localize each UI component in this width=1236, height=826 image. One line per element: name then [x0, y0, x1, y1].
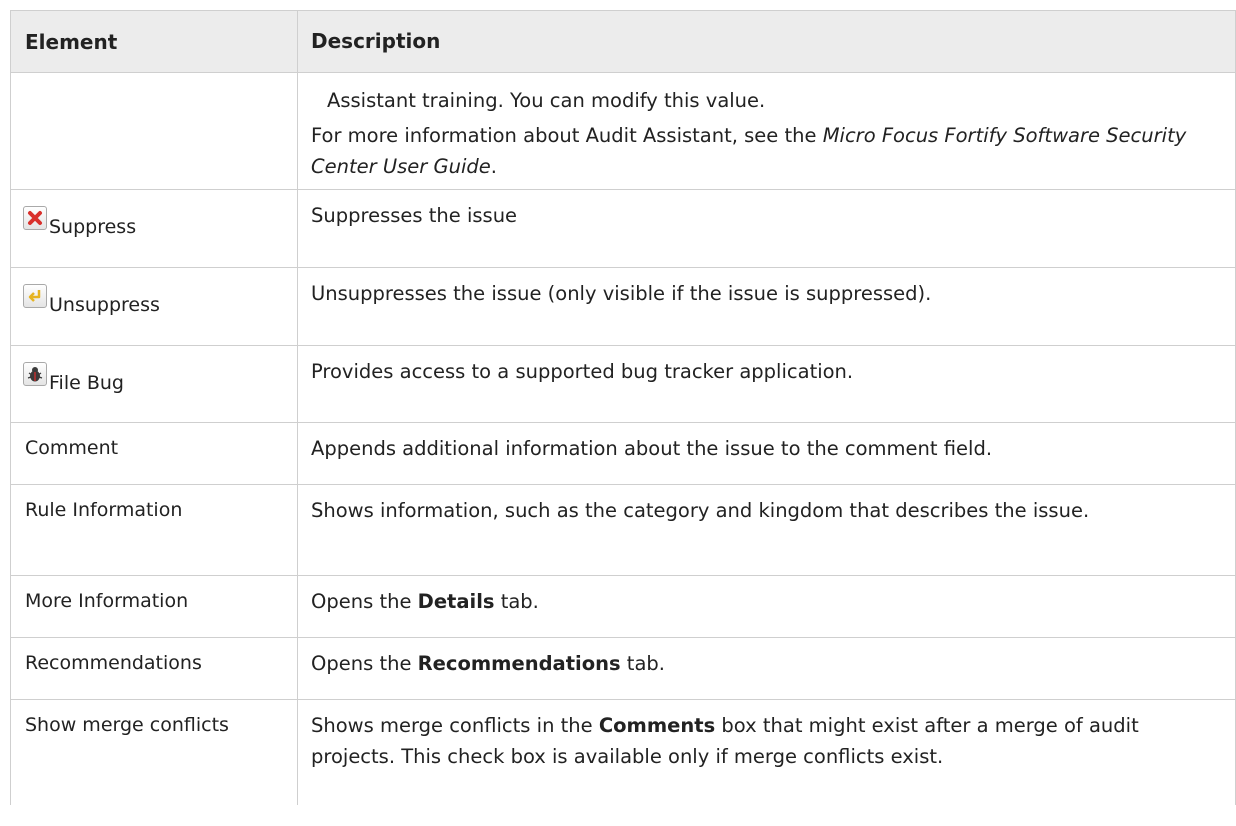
- table-row: Suppress Suppresses the issue: [10, 190, 1236, 268]
- header-element: Element: [10, 11, 298, 72]
- cell-description: Opens the Recommendations tab.: [298, 638, 1236, 699]
- cell-description: Opens the Details tab.: [298, 576, 1236, 637]
- comments-box-name: Comments: [598, 714, 716, 737]
- cell-element: Unsuppress: [10, 268, 298, 345]
- bug-icon: [23, 362, 47, 386]
- table-header-row: Element Description: [10, 10, 1236, 73]
- cell-element: More Information: [10, 576, 298, 637]
- cell-description: Appends additional information about the…: [298, 423, 1236, 484]
- table-row: Rule Information Shows information, such…: [10, 485, 1236, 576]
- table-row: File Bug Provides access to a supported …: [10, 346, 1236, 423]
- cell-description: Provides access to a supported bug track…: [298, 346, 1236, 422]
- cell-element: Suppress: [10, 190, 298, 267]
- cell-description: Shows information, such as the category …: [298, 485, 1236, 575]
- table-row: More Information Opens the Details tab.: [10, 576, 1236, 638]
- header-description: Description: [298, 11, 1236, 72]
- tab-name-recommendations: Recommendations: [417, 652, 621, 675]
- cell-element: Rule Information: [10, 485, 298, 575]
- table-row: Recommendations Opens the Recommendation…: [10, 638, 1236, 700]
- cell-element: Recommendations: [10, 638, 298, 699]
- tab-name-details: Details: [417, 590, 495, 613]
- options-table: Element Description Assistant training. …: [10, 10, 1236, 805]
- suppress-icon: [23, 206, 47, 230]
- table-row-continued: Assistant training. You can modify this …: [10, 73, 1236, 190]
- cell-element: Show merge conflicts: [10, 700, 298, 805]
- table-row: Comment Appends additional information a…: [10, 423, 1236, 485]
- cell-element: File Bug: [10, 346, 298, 422]
- table-row: Unsuppress Unsuppresses the issue (only …: [10, 268, 1236, 346]
- table-row: Show merge conflicts Shows merge conflic…: [10, 700, 1236, 805]
- cell-element: Comment: [10, 423, 298, 484]
- cell-description: Shows merge conflicts in the Comments bo…: [298, 700, 1236, 805]
- cell-description: Suppresses the issue: [298, 190, 1236, 267]
- cell-description-continued: Assistant training. You can modify this …: [298, 73, 1236, 189]
- cell-description: Unsuppresses the issue (only visible if …: [298, 268, 1236, 345]
- continued-line: Assistant training. You can modify this …: [327, 89, 766, 112]
- audit-assistant-note: For more information about Audit Assista…: [311, 124, 1187, 178]
- unsuppress-icon: [23, 284, 47, 308]
- cell-element-empty: [10, 73, 298, 189]
